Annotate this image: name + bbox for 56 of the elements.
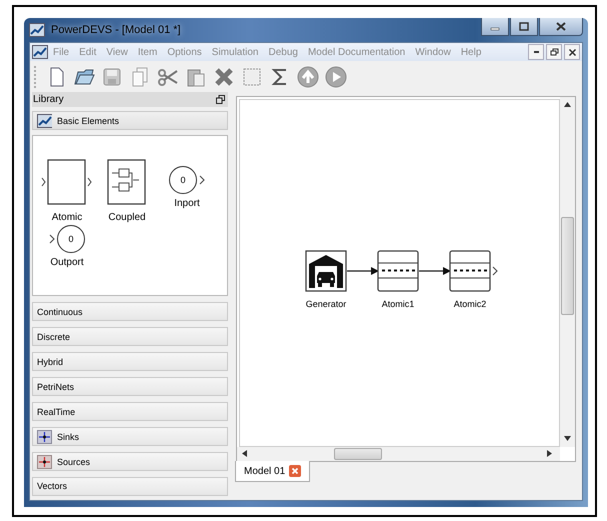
scroll-thumb[interactable] xyxy=(334,448,382,460)
document-tab[interactable]: Model 01 xyxy=(235,461,310,482)
mdi-close-icon xyxy=(568,48,576,56)
mdi-minimize-button[interactable] xyxy=(528,44,544,60)
scroll-left-icon[interactable] xyxy=(242,450,247,457)
library-section[interactable]: Continuous xyxy=(32,302,228,322)
mdi-close-button[interactable] xyxy=(564,44,580,60)
library-section[interactable]: Hybrid xyxy=(32,352,228,372)
minimize-button[interactable] xyxy=(481,18,509,36)
scroll-thumb[interactable] xyxy=(561,217,574,315)
window-title: PowerDEVS - [Model 01 *] xyxy=(51,24,181,36)
delete-icon[interactable] xyxy=(213,66,235,88)
close-button[interactable] xyxy=(539,18,583,36)
garage-icon[interactable] xyxy=(305,250,347,292)
float-icon[interactable] xyxy=(216,95,225,104)
library-section[interactable]: Basic Elements xyxy=(32,111,228,130)
mdi-restore-icon xyxy=(550,48,558,56)
library-section[interactable]: Sources xyxy=(32,452,228,471)
app-icon xyxy=(32,45,48,59)
scroll-down-icon[interactable] xyxy=(564,436,571,441)
atomic-model-icon[interactable] xyxy=(449,250,491,292)
port-number: 0 xyxy=(180,175,186,185)
node-label: Atomic2 xyxy=(454,299,486,309)
library-section[interactable]: PetriNets xyxy=(32,377,228,396)
maximize-icon xyxy=(519,22,529,31)
tab-label: Model 01 xyxy=(244,466,286,476)
library-section[interactable]: Vectors xyxy=(32,477,228,496)
atomic-model-icon[interactable] xyxy=(377,250,419,292)
mdi-restore-button[interactable] xyxy=(546,44,562,60)
crosshair-icon xyxy=(37,430,52,444)
block-label: Atomic xyxy=(52,212,82,223)
crosshair-icon xyxy=(37,454,52,469)
maximize-button[interactable] xyxy=(510,18,538,36)
chart-icon xyxy=(37,114,52,128)
block-label: Coupled xyxy=(108,212,146,223)
panel-title: Library xyxy=(33,94,64,106)
app-icon xyxy=(29,23,45,37)
port-number: 0 xyxy=(68,234,74,244)
chevron-icon xyxy=(49,234,55,244)
library-section[interactable]: RealTime xyxy=(32,402,228,422)
model-canvas[interactable]: Generator Atomic1 Atomic2 xyxy=(239,99,560,447)
chevron-icon xyxy=(199,175,205,185)
close-icon xyxy=(556,22,566,31)
block-label: Outport xyxy=(50,257,84,268)
mdi-minimize-icon xyxy=(534,51,538,53)
scroll-right-icon[interactable] xyxy=(547,450,552,457)
close-icon[interactable] xyxy=(289,465,302,477)
play-icon[interactable] xyxy=(325,66,347,88)
block-label: Inport xyxy=(174,198,200,209)
node-label: Atomic1 xyxy=(382,299,414,309)
horizontal-scrollbar[interactable] xyxy=(237,447,560,461)
scroll-up-icon[interactable] xyxy=(564,102,571,107)
library-section[interactable]: Discrete xyxy=(32,327,228,346)
library-section[interactable]: Sinks xyxy=(32,427,228,446)
node-label: Generator xyxy=(306,299,346,309)
vertical-scrollbar[interactable] xyxy=(560,97,575,447)
